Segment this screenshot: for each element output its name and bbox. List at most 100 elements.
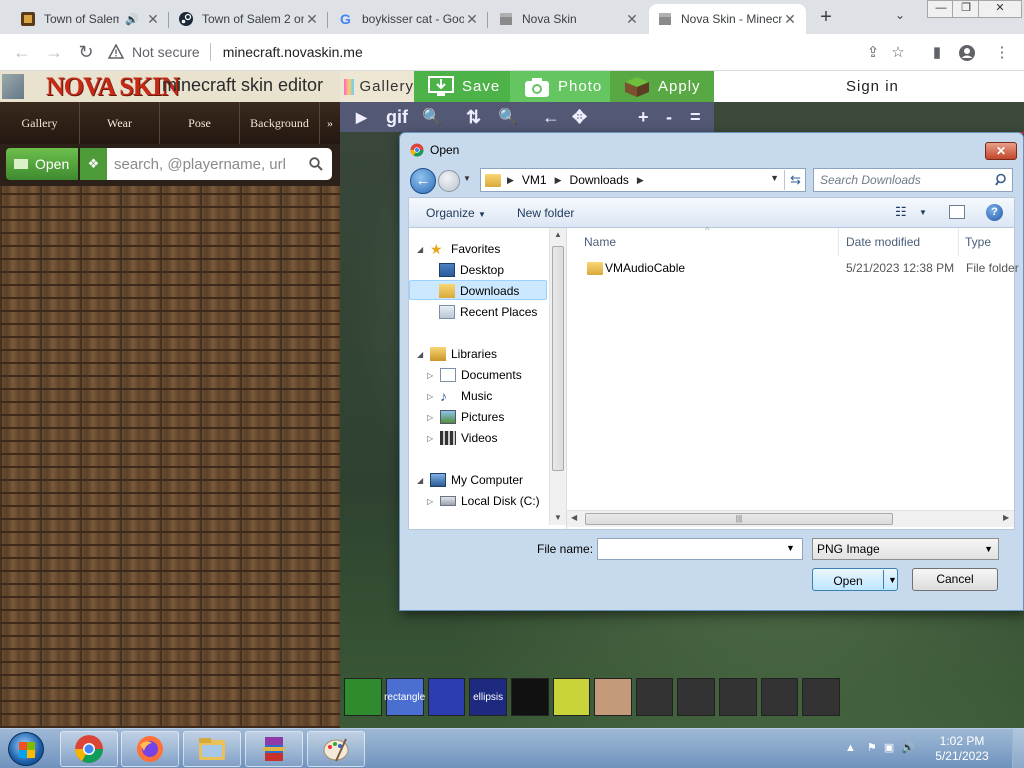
breadcrumb-vm1[interactable]: VM1 — [522, 173, 547, 187]
chevron-right-icon[interactable]: ▶ — [507, 175, 514, 186]
nav-music[interactable]: ▷ ♪ Music — [427, 386, 492, 406]
add-layer-icon[interactable]: + — [638, 107, 649, 128]
column-header-type[interactable]: Type — [959, 228, 1014, 256]
nav-videos[interactable]: ▷ Videos — [427, 428, 497, 448]
action-center-flag-icon[interactable]: ⚑ — [867, 742, 877, 754]
open-button[interactable]: Open ▼ — [812, 568, 898, 591]
scrollbar-thumb[interactable]: ||| — [585, 513, 893, 525]
share-icon[interactable]: ⇪ — [864, 44, 882, 62]
help-icon[interactable]: ? — [986, 204, 1003, 221]
palette-swatch[interactable] — [594, 678, 632, 716]
collapsed-arrow-icon[interactable]: ▷ — [427, 371, 437, 380]
breadcrumb-downloads[interactable]: Downloads — [570, 173, 629, 187]
preview-pane-icon[interactable] — [949, 205, 965, 219]
close-tab-icon[interactable]: ✕ — [624, 11, 640, 28]
nav-background[interactable]: Background — [240, 102, 320, 144]
start-button[interactable] — [8, 732, 44, 766]
nav-gallery[interactable]: Gallery — [0, 102, 80, 144]
back-arrow-icon[interactable]: ← — [10, 41, 34, 65]
reload-icon[interactable]: ↻ — [74, 41, 98, 65]
scrollbar-thumb[interactable] — [552, 246, 564, 471]
taskbar-winrar[interactable] — [245, 731, 303, 767]
search-icon[interactable] — [995, 173, 1009, 187]
history-dropdown-icon[interactable]: ▼ — [463, 174, 471, 183]
forward-arrow-icon[interactable]: → — [42, 41, 66, 65]
tab-google-search[interactable]: G boykisser cat - Google Search ✕ — [330, 4, 488, 34]
zoom-in-icon[interactable]: 🔍 — [422, 107, 442, 127]
views-icon[interactable]: ☷ — [895, 204, 907, 220]
file-type-select[interactable]: PNG Image ▼ — [812, 538, 999, 560]
forward-arrow-icon[interactable] — [438, 170, 460, 192]
back-arrow-icon[interactable]: ← — [410, 168, 436, 194]
palette-swatch[interactable]: ellipsis — [469, 678, 507, 716]
side-panel-icon[interactable]: ▮ — [928, 44, 946, 62]
new-tab-button[interactable]: + — [814, 6, 838, 30]
taskbar-firefox[interactable] — [121, 731, 179, 767]
dialog-close-button[interactable]: ✕ — [985, 142, 1017, 160]
expanded-arrow-icon[interactable]: ◢ — [417, 350, 427, 359]
breadcrumb[interactable]: ▶ VM1 ▶ Downloads ▶ ▼ — [480, 168, 806, 192]
nav-pictures[interactable]: ▷ Pictures — [427, 407, 504, 427]
window-close-icon[interactable]: ✕ — [978, 0, 1022, 18]
scroll-left-icon[interactable]: ◀ — [571, 513, 577, 522]
chevron-right-icon[interactable]: ▶ — [637, 175, 644, 186]
collapsed-arrow-icon[interactable]: ▷ — [427, 392, 437, 401]
close-tab-icon[interactable]: ✕ — [464, 11, 480, 28]
file-name-input[interactable] — [597, 538, 803, 560]
kebab-menu-icon[interactable]: ⋮ — [993, 44, 1011, 62]
tab-nova-skin-editor[interactable]: Nova Skin - Minecraft Skin Editor ✕ — [649, 4, 806, 34]
refresh-icon[interactable]: ⇆ — [784, 170, 806, 190]
file-list-scrollbar[interactable]: ◀ ||| ▶ — [567, 510, 1014, 527]
bookmark-star-icon[interactable]: ☆ — [889, 44, 907, 62]
show-desktop-button[interactable] — [1012, 729, 1024, 768]
play-icon[interactable]: ▶ — [356, 109, 367, 126]
open-file-button[interactable]: Open — [6, 148, 78, 180]
tab-nova-skin[interactable]: Nova Skin ✕ — [490, 4, 648, 34]
move-icon[interactable]: ✥ — [572, 107, 587, 128]
new-folder-button[interactable]: New folder — [517, 206, 574, 220]
system-clock[interactable]: 1:02 PM 5/21/2023 — [926, 734, 998, 764]
scroll-down-icon[interactable]: ▼ — [554, 513, 562, 522]
nav-scrollbar[interactable]: ▲ ▼ — [549, 228, 566, 525]
profile-avatar-icon[interactable] — [958, 44, 976, 62]
palette-swatch[interactable] — [344, 678, 382, 716]
remove-layer-icon[interactable]: - — [666, 107, 672, 128]
nav-desktop[interactable]: Desktop — [439, 260, 504, 280]
novaskin-logo[interactable]: NOVA SKIN minecraft skin editor — [0, 71, 340, 102]
speaker-icon[interactable]: 🔊 — [125, 13, 139, 26]
expanded-arrow-icon[interactable]: ◢ — [417, 476, 427, 485]
file-row[interactable]: VMAudioCable 5/21/2023 12:38 PM File fol… — [583, 258, 1019, 278]
palette-swatch[interactable] — [802, 678, 841, 716]
scroll-up-icon[interactable]: ▲ — [554, 230, 562, 239]
tab-search-chevron-icon[interactable]: ⌄ — [895, 8, 905, 22]
palette-swatch[interactable] — [552, 678, 591, 716]
taskbar-paint[interactable] — [307, 731, 365, 767]
layers-menu-icon[interactable]: = — [690, 107, 701, 128]
taskbar-explorer[interactable] — [183, 731, 241, 767]
nav-pose[interactable]: Pose — [160, 102, 240, 144]
nav-more[interactable]: » — [320, 102, 340, 144]
skin-search-input[interactable] — [107, 148, 332, 180]
nav-favorites[interactable]: ◢ ★ Favorites — [417, 239, 500, 259]
zoom-out-icon[interactable]: 🔍 — [498, 107, 518, 127]
save-button[interactable]: Save — [414, 71, 510, 102]
nav-local-disk[interactable]: ▷ Local Disk (C:) — [427, 491, 540, 511]
flip-icon[interactable]: ⇅ — [466, 107, 481, 128]
organize-button[interactable]: Organize ▼ — [426, 206, 486, 220]
expanded-arrow-icon[interactable]: ◢ — [417, 245, 427, 254]
open-options-dropdown-icon[interactable]: ▼ — [888, 575, 897, 585]
cancel-button[interactable]: Cancel — [912, 568, 998, 591]
sign-in-link[interactable]: Sign in — [846, 78, 899, 95]
palette-swatch[interactable] — [635, 678, 674, 716]
tab-steam[interactable]: Town of Salem 2 on Steam ✕ — [170, 4, 328, 34]
close-tab-icon[interactable]: ✕ — [304, 11, 320, 28]
palette-swatch[interactable] — [427, 678, 466, 716]
palette-swatch[interactable] — [510, 678, 549, 716]
collapsed-arrow-icon[interactable]: ▷ — [427, 434, 437, 443]
nav-wear[interactable]: Wear — [80, 102, 160, 144]
collapsed-arrow-icon[interactable]: ▷ — [427, 413, 437, 422]
gif-button[interactable]: gif — [386, 107, 408, 128]
scroll-right-icon[interactable]: ▶ — [1003, 513, 1009, 522]
column-header-name[interactable]: Name ^ — [567, 225, 839, 256]
close-tab-icon[interactable]: ✕ — [782, 11, 798, 28]
